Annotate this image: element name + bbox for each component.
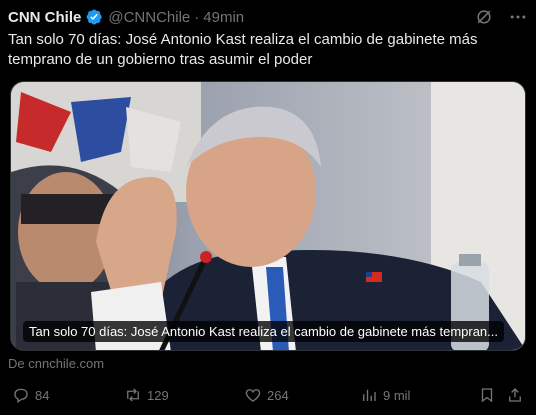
tweet-text: Tan solo 70 días: José Antonio Kast real… — [8, 31, 478, 68]
like-count: 264 — [267, 387, 289, 403]
like-button[interactable]: 264 — [244, 386, 289, 404]
link-card[interactable]: Tan solo 70 días: José Antonio Kast real… — [10, 81, 526, 351]
verified-badge-icon — [85, 8, 103, 26]
card-image — [11, 82, 525, 350]
views-count: 9 mil — [383, 387, 411, 403]
action-bar: 84 129 264 9 mil — [8, 384, 526, 406]
repost-count: 129 — [147, 387, 169, 403]
share-icon — [509, 388, 521, 402]
repost-button[interactable]: 129 — [124, 386, 169, 404]
author-name[interactable]: CNN Chile — [8, 9, 81, 26]
heart-icon — [245, 389, 261, 402]
timestamp[interactable]: 49min — [203, 9, 244, 26]
separator-dot: · — [194, 8, 200, 26]
reply-button[interactable]: 84 — [12, 386, 49, 404]
bookmark-icon — [481, 388, 493, 403]
bookmark-button[interactable] — [478, 386, 496, 404]
card-caption: Tan solo 70 días: José Antonio Kast real… — [23, 321, 504, 342]
more-icon[interactable] — [508, 7, 528, 27]
reply-count: 84 — [35, 387, 50, 403]
author-handle[interactable]: @CNNChile — [108, 9, 190, 26]
share-button[interactable] — [506, 386, 524, 404]
views-button[interactable]: 9 mil — [360, 386, 410, 404]
grok-icon[interactable] — [474, 7, 494, 27]
tweet-header: CNN Chile @CNNChile · 49min — [8, 6, 528, 28]
repost-icon — [127, 388, 139, 402]
reply-icon — [14, 388, 28, 404]
views-icon — [363, 389, 376, 401]
card-source[interactable]: De cnnchile.com — [8, 356, 104, 371]
